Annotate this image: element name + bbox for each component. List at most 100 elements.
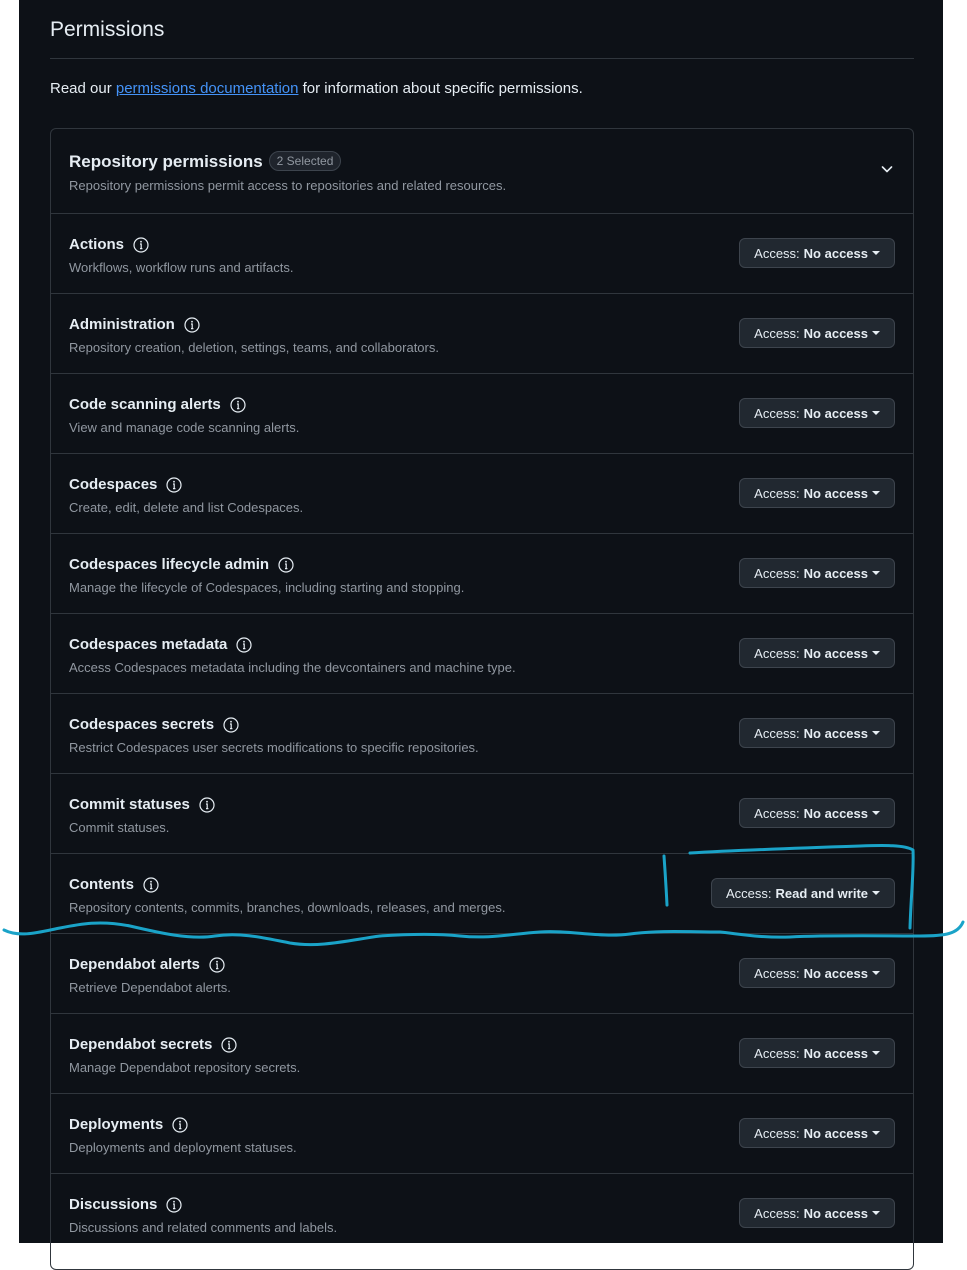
info-icon[interactable]	[166, 476, 182, 493]
permission-row: Codespaces Create, edit, delete and list…	[51, 453, 913, 533]
permission-row: Codespaces metadata Access Codespaces me…	[51, 613, 913, 693]
access-value: No access	[803, 645, 868, 661]
info-icon[interactable]	[230, 396, 246, 413]
access-value: No access	[803, 325, 868, 341]
caret-down-icon	[872, 571, 880, 575]
access-prefix: Access:	[726, 885, 772, 901]
permission-list: Actions Workflows, workflow runs and art…	[51, 214, 913, 1253]
permission-name: Deployments	[69, 1116, 188, 1133]
repository-permissions-box: Repository permissions 2 Selected Reposit…	[50, 128, 914, 1270]
chevron-down-icon[interactable]	[879, 161, 895, 177]
access-dropdown-button[interactable]: Access: No access	[739, 638, 895, 668]
permission-description: Create, edit, delete and list Codespaces…	[69, 500, 304, 515]
caret-down-icon	[872, 1051, 880, 1055]
permission-name-text: Dependabot alerts	[69, 956, 200, 973]
access-dropdown-button[interactable]: Access: No access	[739, 478, 895, 508]
access-prefix: Access:	[754, 1125, 800, 1141]
permission-description: View and manage code scanning alerts.	[69, 420, 300, 435]
access-value: No access	[803, 565, 868, 581]
access-dropdown-button[interactable]: Access: Read and write	[711, 878, 895, 908]
caret-down-icon	[872, 411, 880, 415]
permission-name: Actions	[69, 236, 149, 253]
info-icon[interactable]	[143, 876, 159, 893]
info-icon[interactable]	[278, 556, 294, 573]
access-dropdown-button[interactable]: Access: No access	[739, 1118, 895, 1148]
access-prefix: Access:	[754, 405, 800, 421]
intro-after: for information about specific permissio…	[298, 80, 583, 97]
permission-name-text: Actions	[69, 236, 125, 253]
permissions-documentation-link[interactable]: permissions documentation	[116, 80, 299, 97]
info-icon[interactable]	[236, 636, 253, 653]
permission-name-text: Code scanning alerts	[69, 396, 221, 413]
access-dropdown-button[interactable]: Access: No access	[739, 238, 895, 268]
permission-name: Dependabot secrets	[69, 1036, 237, 1053]
access-prefix: Access:	[754, 965, 800, 981]
access-dropdown-button[interactable]: Access: No access	[739, 718, 895, 748]
access-value: No access	[803, 1205, 868, 1221]
permission-description: Discussions and related comments and lab…	[69, 1220, 338, 1235]
info-icon[interactable]	[172, 1116, 188, 1133]
permission-name-text: Discussions	[69, 1196, 158, 1213]
access-dropdown-button[interactable]: Access: No access	[739, 798, 895, 828]
permission-description: Workflows, workflow runs and artifacts.	[69, 260, 294, 275]
access-dropdown-button[interactable]: Access: No access	[739, 1038, 895, 1068]
info-icon[interactable]	[221, 1036, 237, 1053]
permission-name-text: Codespaces metadata	[69, 636, 228, 653]
caret-down-icon	[872, 971, 880, 975]
caret-down-icon	[872, 891, 880, 895]
selected-counter-badge: 2 Selected	[268, 151, 342, 171]
permission-description: Access Codespaces metadata including the…	[69, 660, 516, 675]
permission-row: Dependabot secrets Manage Dependabot rep…	[51, 1013, 913, 1093]
repository-permissions-title-text: Repository permissions	[69, 152, 263, 171]
permissions-page: Permissions Read our permissions documen…	[19, 0, 943, 1270]
access-dropdown-button[interactable]: Access: No access	[739, 958, 895, 988]
info-icon[interactable]	[223, 716, 239, 733]
access-value: No access	[803, 405, 868, 421]
permission-name: Commit statuses	[69, 796, 215, 813]
access-dropdown-button[interactable]: Access: No access	[739, 318, 895, 348]
access-dropdown-button[interactable]: Access: No access	[739, 1198, 895, 1228]
permission-row: Dependabot alerts Retrieve Dependabot al…	[51, 933, 913, 1013]
access-value: Read and write	[775, 885, 868, 901]
permission-row: Commit statuses Commit statuses. Access:…	[51, 773, 913, 853]
permission-name: Codespaces metadata	[69, 636, 253, 653]
section-title: Permissions	[50, 18, 165, 41]
caret-down-icon	[872, 251, 880, 255]
permission-name: Administration	[69, 316, 200, 333]
permission-row: Discussions Discussions and related comm…	[51, 1173, 913, 1253]
caret-down-icon	[872, 1211, 880, 1215]
repository-permissions-header[interactable]: Repository permissions 2 Selected Reposit…	[51, 129, 913, 214]
permission-row: Contents Repository contents, commits, b…	[51, 853, 913, 933]
access-value: No access	[803, 725, 868, 741]
permission-name-text: Commit statuses	[69, 796, 190, 813]
caret-down-icon	[872, 331, 880, 335]
access-value: No access	[803, 1125, 868, 1141]
permission-description: Repository creation, deletion, settings,…	[69, 340, 439, 355]
permission-name-text: Codespaces secrets	[69, 716, 215, 733]
permission-name-text: Codespaces lifecycle admin	[69, 556, 270, 573]
info-icon[interactable]	[184, 316, 200, 333]
permission-name: Codespaces secrets	[69, 716, 239, 733]
caret-down-icon	[872, 491, 880, 495]
access-dropdown-button[interactable]: Access: No access	[739, 398, 895, 428]
permission-name-text: Deployments	[69, 1116, 164, 1133]
info-icon[interactable]	[199, 796, 215, 813]
access-dropdown-button[interactable]: Access: No access	[739, 558, 895, 588]
access-prefix: Access:	[754, 245, 800, 261]
permission-name-text: Codespaces	[69, 476, 158, 493]
intro-text: Read our permissions documentation for i…	[50, 80, 583, 97]
permission-name-text: Administration	[69, 316, 175, 333]
intro-before: Read our	[50, 80, 116, 97]
info-icon[interactable]	[133, 236, 149, 253]
access-value: No access	[803, 965, 868, 981]
access-prefix: Access:	[754, 645, 800, 661]
caret-down-icon	[872, 651, 880, 655]
permission-name: Contents	[69, 876, 159, 893]
title-divider	[50, 58, 914, 59]
info-icon[interactable]	[209, 956, 225, 973]
info-icon[interactable]	[166, 1196, 182, 1213]
permission-description: Retrieve Dependabot alerts.	[69, 980, 231, 995]
access-value: No access	[803, 1045, 868, 1061]
permission-name: Discussions	[69, 1196, 182, 1213]
permission-description: Restrict Codespaces user secrets modific…	[69, 740, 479, 755]
